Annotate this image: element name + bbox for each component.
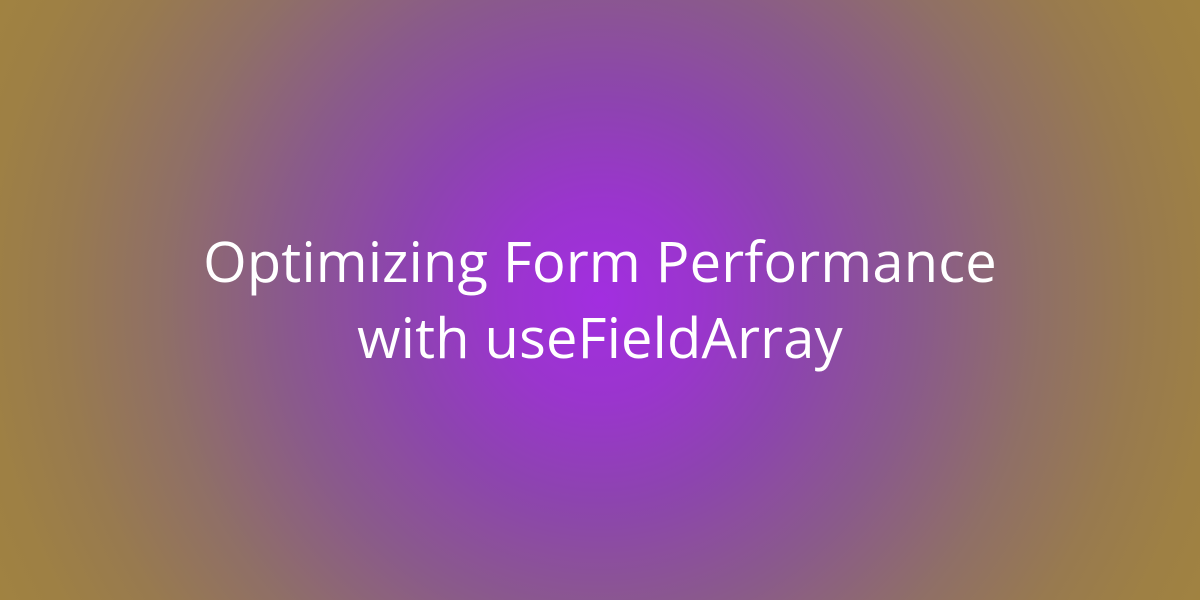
hero-title-line2: with useFieldArray xyxy=(357,299,843,375)
hero-banner: Optimizing Form Performance with useFiel… xyxy=(0,0,1200,600)
hero-title-line1: Optimizing Form Performance xyxy=(203,223,997,299)
hero-title: Optimizing Form Performance with useFiel… xyxy=(203,224,997,375)
